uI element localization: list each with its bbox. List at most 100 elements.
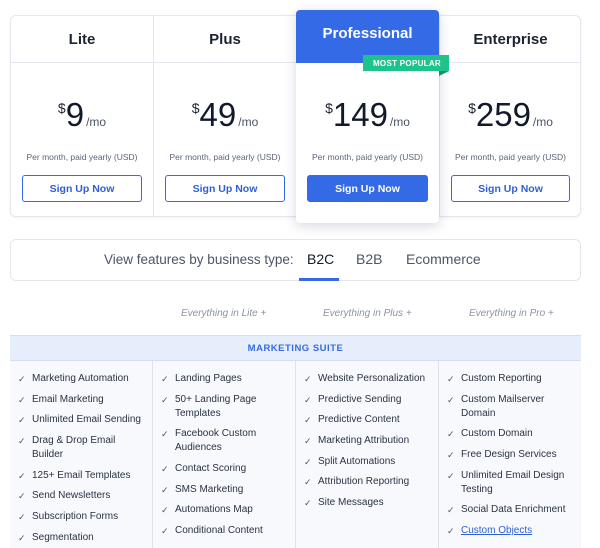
check-icon: ✓ bbox=[447, 470, 455, 481]
feature-grid: ✓ Marketing Automation ✓ Email Marketing ✓ Un… bbox=[10, 361, 581, 548]
feature-item[interactable]: ✓ Custom Objects bbox=[447, 524, 575, 538]
check-icon: ✓ bbox=[18, 470, 26, 481]
feature-column-professional: ✓ Website Personalization ✓ Predictive Send… bbox=[295, 361, 438, 548]
check-icon: ✓ bbox=[447, 394, 455, 405]
price-period: /mo bbox=[532, 115, 553, 129]
price-period: /mo bbox=[389, 115, 410, 129]
feature-item: ✓ Conditional Content bbox=[161, 524, 289, 538]
feature-label: Predictive Sending bbox=[318, 393, 402, 405]
feature-item: ✓ Custom Reporting bbox=[447, 372, 575, 386]
feature-label: Contact Scoring bbox=[175, 463, 247, 475]
check-icon: ✓ bbox=[447, 526, 455, 537]
plan-name: Enterprise bbox=[440, 16, 581, 63]
plan-price: $9/mo bbox=[11, 98, 153, 131]
plan-name: Plus bbox=[154, 16, 296, 63]
feature-label: Facebook Custom Audiences bbox=[175, 428, 257, 454]
feature-label: Custom Mailserver Domain bbox=[461, 393, 545, 419]
billing-note: Per month, paid yearly (USD) bbox=[311, 152, 423, 162]
plan-card-professional: Professional MOST POPULAR $149/mo Per mo… bbox=[296, 10, 449, 223]
feature-item: ✓ Send Newsletters bbox=[18, 489, 146, 503]
pricing-cards: Lite $9/mo Per month, paid yearly (USD) … bbox=[10, 10, 581, 223]
check-icon: ✓ bbox=[447, 429, 455, 440]
sign-up-button-plus[interactable]: Sign Up Now bbox=[165, 175, 285, 202]
tab-b2b[interactable]: B2B bbox=[356, 251, 382, 267]
everything-in-plus-label: Everything in Plus + bbox=[323, 308, 412, 319]
ribbon-fold bbox=[439, 71, 449, 76]
check-icon: ✓ bbox=[304, 477, 312, 488]
feature-label: Conditional Content bbox=[175, 525, 263, 537]
everything-in-lite-label: Everything in Lite + bbox=[181, 308, 267, 319]
feature-label: Social Data Enrichment bbox=[461, 504, 566, 516]
feature-item: ✓ Subscription Forms bbox=[18, 510, 146, 524]
price-period: /mo bbox=[238, 115, 259, 129]
check-icon: ✓ bbox=[161, 394, 169, 405]
feature-item: ✓ Email Marketing bbox=[18, 393, 146, 407]
sign-up-button-professional[interactable]: Sign Up Now bbox=[307, 175, 428, 202]
price-amount: 49 bbox=[199, 96, 237, 133]
price-amount: 259 bbox=[475, 96, 531, 133]
check-icon: ✓ bbox=[161, 464, 169, 475]
sign-up-button-lite[interactable]: Sign Up Now bbox=[22, 175, 142, 202]
feature-label: Subscription Forms bbox=[32, 511, 119, 523]
price-amount: 149 bbox=[332, 96, 388, 133]
check-icon: ✓ bbox=[161, 505, 169, 516]
tab-b2c[interactable]: B2C bbox=[307, 251, 334, 267]
feature-item: ✓ Split Automations bbox=[304, 455, 432, 469]
feature-item: ✓ Contact Scoring bbox=[161, 462, 289, 476]
feature-item: ✓ Free Design Services bbox=[447, 448, 575, 462]
feature-item: ✓ Unlimited Email Sending bbox=[18, 413, 146, 427]
plan-card-enterprise: Enterprise $259/mo Per month, paid yearl… bbox=[439, 16, 581, 216]
feature-column-plus: ✓ Landing Pages ✓ 50+ Landing Page Template… bbox=[152, 361, 295, 548]
check-icon: ✓ bbox=[447, 505, 455, 516]
feature-label: Email Marketing bbox=[32, 393, 104, 405]
feature-item: ✓ 50+ Landing Page Templates bbox=[161, 393, 289, 421]
billing-note: Per month, paid yearly (USD) bbox=[169, 152, 281, 162]
plan-card-lite: Lite $9/mo Per month, paid yearly (USD) … bbox=[11, 16, 153, 216]
feature-item: ✓ Segmentation bbox=[18, 531, 146, 545]
feature-label: Send Newsletters bbox=[32, 490, 111, 502]
check-icon: ✓ bbox=[161, 374, 169, 384]
price-period: /mo bbox=[86, 115, 107, 129]
check-icon: ✓ bbox=[447, 450, 455, 461]
check-icon: ✓ bbox=[161, 526, 169, 537]
price-currency: $ bbox=[57, 100, 66, 116]
feature-item: ✓ Marketing Automation bbox=[18, 372, 146, 386]
feature-label: 125+ Email Templates bbox=[32, 469, 131, 481]
check-icon: ✓ bbox=[304, 456, 312, 467]
feature-label: Predictive Content bbox=[318, 414, 400, 426]
price-amount: 9 bbox=[65, 96, 85, 133]
most-popular-badge: MOST POPULAR bbox=[362, 55, 449, 76]
check-icon: ✓ bbox=[18, 415, 26, 426]
feature-item: ✓ Custom Mailserver Domain bbox=[447, 393, 575, 421]
feature-label: SMS Marketing bbox=[175, 483, 244, 495]
feature-label: Segmentation bbox=[32, 531, 94, 543]
everything-in-pro-label: Everything in Pro + bbox=[469, 308, 554, 319]
tab-ecommerce[interactable]: Ecommerce bbox=[406, 251, 481, 267]
feature-label: Website Personalization bbox=[318, 373, 426, 384]
check-icon: ✓ bbox=[161, 429, 169, 440]
feature-label: Site Messages bbox=[318, 497, 384, 509]
check-icon: ✓ bbox=[18, 491, 26, 502]
feature-item: ✓ SMS Marketing bbox=[161, 483, 289, 497]
price-currency: $ bbox=[468, 100, 476, 116]
price-currency: $ bbox=[191, 100, 200, 116]
billing-note: Per month, paid yearly (USD) bbox=[26, 152, 138, 162]
plan-price: $259/mo bbox=[440, 98, 581, 131]
price-currency: $ bbox=[325, 100, 333, 116]
selector-label: View features by business type: bbox=[104, 252, 294, 267]
feature-item: ✓ Drag & Drop Email Builder bbox=[18, 434, 146, 462]
sign-up-button-enterprise[interactable]: Sign Up Now bbox=[451, 175, 570, 202]
feature-link[interactable]: Custom Objects bbox=[461, 525, 532, 536]
active-tab-indicator bbox=[299, 278, 339, 281]
check-icon: ✓ bbox=[304, 498, 312, 509]
plan-name: Lite bbox=[11, 16, 153, 63]
plan-card-plus: Plus $49/mo Per month, paid yearly (USD)… bbox=[153, 16, 296, 216]
feature-label: Free Design Services bbox=[461, 449, 557, 461]
feature-column-lite: ✓ Marketing Automation ✓ Email Marketing ✓ Un… bbox=[10, 361, 152, 548]
feature-item: ✓ Custom Domain bbox=[447, 427, 575, 441]
feature-label: 50+ Landing Page Templates bbox=[175, 393, 257, 419]
check-icon: ✓ bbox=[304, 436, 312, 447]
feature-label: Marketing Attribution bbox=[318, 435, 410, 447]
feature-item: ✓ Landing Pages bbox=[161, 372, 289, 386]
feature-label: Marketing Automation bbox=[32, 373, 129, 384]
